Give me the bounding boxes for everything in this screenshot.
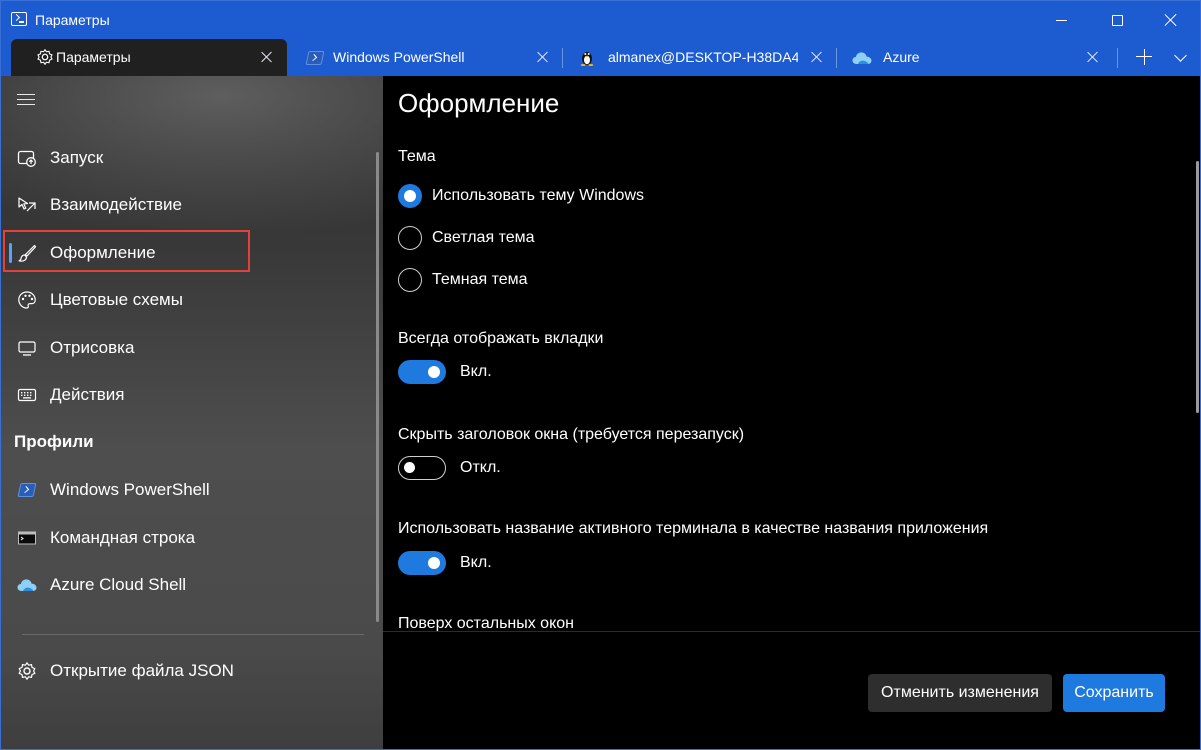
palette-icon bbox=[18, 291, 36, 309]
interaction-icon bbox=[18, 197, 36, 212]
save-button[interactable]: Сохранить bbox=[1063, 674, 1165, 712]
close-icon[interactable] bbox=[1087, 51, 1099, 63]
sidebar-item-label: Запуск bbox=[50, 148, 104, 167]
sidebar-item-azure-cloud-shell[interactable]: Azure Cloud Shell bbox=[7, 564, 377, 606]
keyboard-icon bbox=[17, 388, 37, 402]
sidebar-item-label: Командная строка bbox=[50, 528, 196, 547]
toggle-switch[interactable] bbox=[398, 360, 446, 384]
radio-button[interactable] bbox=[398, 268, 422, 292]
title-bar: Параметры bbox=[1, 1, 1200, 39]
new-tab-button[interactable] bbox=[1129, 39, 1159, 76]
tab-label: almanex@DESKTOP-H38DA4A bbox=[608, 49, 798, 65]
tab-dropdown-button[interactable] bbox=[1166, 39, 1196, 76]
sidebar: Запуск Взаимодействие Оформление Цветовы… bbox=[1, 76, 383, 749]
toggle-switch[interactable] bbox=[398, 551, 446, 575]
monitor-icon bbox=[18, 341, 36, 356]
startup-icon bbox=[17, 150, 36, 167]
sidebar-item-label: Цветовые схемы bbox=[50, 290, 183, 309]
sidebar-item-command-prompt[interactable]: Командная строка bbox=[7, 517, 377, 559]
terminal-app-icon bbox=[11, 12, 27, 26]
cloud-icon bbox=[17, 579, 37, 591]
toggle-state-label: Вкл. bbox=[460, 363, 492, 380]
settings-content: Оформление Тема Использовать тему Window… bbox=[383, 76, 1200, 631]
page-title: Оформление bbox=[398, 88, 560, 118]
tab-label: Параметры bbox=[56, 49, 131, 65]
sidebar-item-actions[interactable]: Действия bbox=[7, 374, 377, 416]
sidebar-item-startup[interactable]: Запуск bbox=[7, 137, 377, 179]
sidebar-item-rendering[interactable]: Отрисовка bbox=[7, 327, 377, 369]
maximize-button[interactable] bbox=[1091, 1, 1143, 39]
minimize-button[interactable] bbox=[1035, 1, 1087, 39]
minimize-icon bbox=[1055, 19, 1067, 21]
sidebar-scrollbar[interactable] bbox=[376, 152, 379, 622]
sidebar-item-color-schemes[interactable]: Цветовые схемы bbox=[7, 279, 377, 321]
cmd-icon bbox=[18, 531, 36, 545]
powershell-icon bbox=[17, 480, 37, 500]
sidebar-item-label: Отрисовка bbox=[50, 338, 135, 357]
window-title: Параметры bbox=[35, 12, 110, 28]
radio-label: Темная тема bbox=[432, 271, 528, 288]
setting-label-active-terminal-title: Использовать название активного терминал… bbox=[398, 520, 989, 537]
sidebar-item-label: Взаимодействие bbox=[50, 195, 182, 214]
discard-changes-button[interactable]: Отменить изменения bbox=[868, 674, 1052, 712]
maximize-icon bbox=[1111, 14, 1123, 26]
sidebar-item-label: Действия bbox=[50, 385, 125, 404]
close-window-button[interactable] bbox=[1145, 1, 1197, 39]
sidebar-item-label: Открытие файла JSON bbox=[50, 661, 234, 680]
setting-label-always-on-top: Поверх остальных окон bbox=[398, 615, 574, 631]
setting-label-always-show-tabs: Всегда отображать вкладки bbox=[398, 330, 604, 347]
settings-footer: Отменить изменения Сохранить bbox=[383, 631, 1200, 749]
gear-icon bbox=[18, 662, 36, 680]
radio-button[interactable] bbox=[398, 226, 422, 250]
toggle-state-label: Вкл. bbox=[460, 554, 492, 571]
tab-linux[interactable]: almanex@DESKTOP-H38DA4A bbox=[563, 39, 835, 76]
selection-highlight-box bbox=[3, 230, 250, 272]
profiles-heading: Профили bbox=[14, 432, 94, 451]
toggle-switch[interactable] bbox=[398, 456, 446, 480]
tab-settings[interactable]: Параметры bbox=[11, 39, 287, 76]
tab-strip: Параметры Windows PowerShell almanex@DES… bbox=[1, 39, 1200, 76]
linux-icon bbox=[580, 52, 594, 66]
content-scrollbar[interactable] bbox=[1196, 161, 1199, 413]
tab-label: Azure bbox=[883, 49, 920, 65]
hamburger-menu-icon[interactable] bbox=[17, 94, 35, 106]
radio-label: Светлая тема bbox=[432, 229, 535, 246]
sidebar-item-label: Windows PowerShell bbox=[50, 480, 210, 499]
sidebar-item-label: Azure Cloud Shell bbox=[50, 575, 187, 594]
close-icon[interactable] bbox=[811, 51, 823, 63]
sidebar-item-windows-powershell[interactable]: Windows PowerShell bbox=[7, 469, 377, 511]
gear-icon bbox=[37, 49, 53, 65]
close-icon[interactable] bbox=[261, 51, 273, 63]
cloud-icon bbox=[852, 52, 872, 64]
sidebar-divider bbox=[22, 634, 364, 635]
sidebar-item-open-json[interactable]: Открытие файла JSON bbox=[7, 650, 377, 692]
tab-separator bbox=[1117, 48, 1118, 68]
close-icon[interactable] bbox=[537, 51, 549, 63]
setting-label-hide-title-bar: Скрыть заголовок окна (требуется перезап… bbox=[398, 426, 745, 443]
tab-label: Windows PowerShell bbox=[333, 49, 465, 65]
powershell-icon bbox=[305, 51, 325, 65]
close-icon bbox=[1164, 13, 1178, 27]
toggle-state-label: Откл. bbox=[460, 459, 501, 476]
theme-label: Тема bbox=[398, 148, 436, 165]
tab-azure[interactable]: Azure bbox=[837, 39, 1109, 76]
tab-windows-powershell[interactable]: Windows PowerShell bbox=[289, 39, 561, 76]
terminal-window: Параметры Параметры Windows PowerShell a… bbox=[0, 0, 1201, 750]
radio-label: Использовать тему Windows bbox=[432, 187, 644, 204]
radio-button[interactable] bbox=[398, 184, 422, 208]
sidebar-item-interaction[interactable]: Взаимодействие bbox=[7, 184, 377, 226]
